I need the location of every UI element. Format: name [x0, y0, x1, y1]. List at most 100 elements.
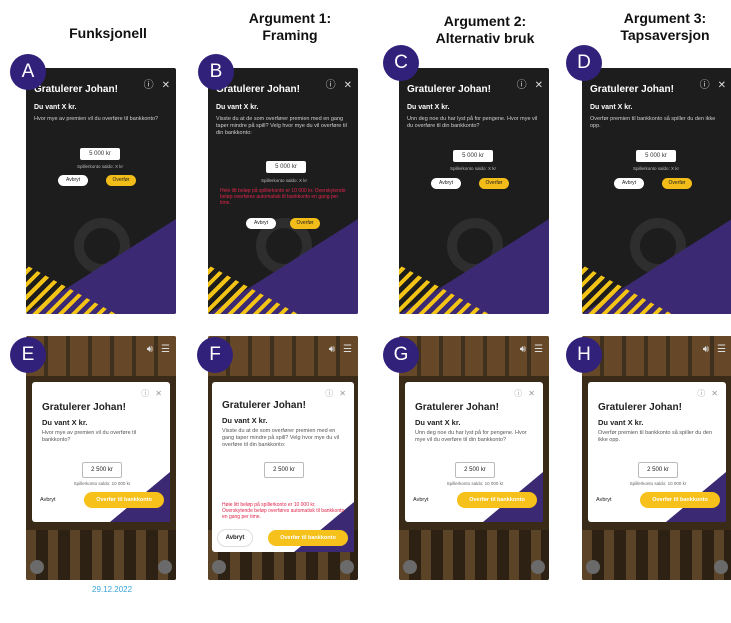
dialog-body: Hvor mye av premien vil du overføre til …: [42, 430, 137, 443]
amount-input[interactable]: 2 500 kr: [82, 462, 122, 478]
cancel-button[interactable]: Avbryt: [58, 175, 88, 186]
close-icon[interactable]: ✕: [339, 389, 346, 398]
menu-icon[interactable]: ☰: [534, 344, 543, 355]
dialog-title: Gratulerer Johan!: [415, 402, 499, 413]
sound-icon[interactable]: 🔊︎: [147, 344, 153, 355]
amount-input[interactable]: 2 500 kr: [264, 462, 304, 478]
screen-h: 🔊︎ ☰ ⓘ ✕ Gratulerer Johan! Du vant X kr. O…: [582, 336, 731, 580]
menu-icon[interactable]: ☰: [717, 344, 726, 355]
menu-icon[interactable]: ☰: [343, 344, 352, 355]
date-label: 29.12.2022: [92, 585, 133, 594]
transfer-button[interactable]: Overfør: [479, 178, 509, 189]
dialog-title: Gratulerer Johan!: [407, 84, 491, 95]
sound-icon[interactable]: 🔊︎: [520, 344, 526, 355]
game-button-right[interactable]: [158, 560, 172, 574]
sound-icon[interactable]: 🔊︎: [329, 344, 335, 355]
dialog-title: Gratulerer Johan!: [216, 84, 300, 95]
close-icon[interactable]: ✕: [718, 80, 726, 91]
column-title-framing: Argument 1: Framing: [248, 10, 332, 43]
menu-icon[interactable]: ☰: [161, 344, 170, 355]
label-b: B: [198, 54, 234, 90]
screen-a: ⓘ ✕ Gratulerer Johan! Du vant X kr. Hvor …: [26, 68, 176, 314]
dialog-body: Visste du at de som overfører premien me…: [216, 116, 347, 136]
dialog-subtitle: Du vant X kr.: [34, 104, 77, 111]
info-icon[interactable]: ⓘ: [700, 80, 710, 91]
dialog-body: Overfør premien til bankkonto så spiller…: [590, 116, 716, 129]
saldo-text: Spillerkonto saldo: X kr: [76, 164, 124, 169]
dialog-body: Unn deg noe du har lyst på for pengene. …: [415, 430, 527, 443]
transfer-to-bank-button[interactable]: Overfør til bankkonto: [84, 492, 164, 508]
close-icon[interactable]: ✕: [162, 80, 170, 91]
label-a: A: [10, 54, 46, 90]
amount-input[interactable]: 5 000 kr: [636, 150, 676, 162]
game-button-right[interactable]: [531, 560, 545, 574]
saldo-text: Spillerkonto saldo: X kr: [449, 166, 497, 171]
dialog-title: Gratulerer Johan!: [34, 84, 118, 95]
dialog-body: Overfør premien til bankkonto så spiller…: [598, 430, 713, 443]
info-icon[interactable]: ⓘ: [326, 80, 336, 91]
game-button-right[interactable]: [340, 560, 354, 574]
amount-input[interactable]: 5 000 kr: [266, 161, 306, 173]
column-title-funksjonell: Funksjonell: [69, 25, 147, 41]
close-icon[interactable]: ✕: [344, 80, 352, 91]
game-button-left[interactable]: [30, 560, 44, 574]
transfer-button[interactable]: Overfør: [290, 218, 320, 229]
dialog-body: Unn deg noe du har lyst på for pengene. …: [407, 116, 538, 129]
game-button-left[interactable]: [586, 560, 600, 574]
cancel-button[interactable]: Avbryt: [246, 218, 276, 229]
close-icon[interactable]: ✕: [155, 389, 162, 398]
transfer-to-bank-button[interactable]: Overfør til bankkonto: [457, 492, 537, 508]
label-h: H: [566, 337, 602, 373]
saldo-text: Spillerkonto saldo: 10 000 kr: [73, 481, 131, 486]
cancel-button[interactable]: Avbryt: [596, 497, 612, 503]
info-icon[interactable]: ⓘ: [514, 389, 522, 398]
close-icon[interactable]: ✕: [535, 80, 543, 91]
label-c: C: [383, 45, 419, 81]
amount-input[interactable]: 5 000 kr: [80, 148, 120, 160]
info-icon[interactable]: ⓘ: [144, 80, 154, 91]
dialog-title: Gratulerer Johan!: [590, 84, 674, 95]
saldo-text: Spillerkonto saldo: 10 000 kr: [629, 481, 687, 486]
screen-g: 🔊︎ ☰ ⓘ ✕ Gratulerer Johan! Du vant X kr. U…: [399, 336, 549, 580]
cancel-button[interactable]: Avbryt: [431, 178, 461, 189]
transfer-button[interactable]: Overfør: [106, 175, 136, 186]
cancel-button[interactable]: Avbryt: [218, 530, 252, 546]
cancel-button[interactable]: Avbryt: [614, 178, 644, 189]
info-icon[interactable]: ⓘ: [325, 389, 333, 398]
label-d: D: [566, 45, 602, 81]
amount-input[interactable]: 2 500 kr: [638, 462, 678, 478]
dialog-title: Gratulerer Johan!: [598, 402, 682, 413]
screen-e: 🔊︎ ☰ ⓘ ✕ Gratulerer Johan! Du vant X kr. H…: [26, 336, 176, 580]
transfer-button[interactable]: Overfør: [662, 178, 692, 189]
game-button-right[interactable]: [714, 560, 728, 574]
column-title-alternativ-bruk: Argument 2: Alternativ bruk: [435, 13, 535, 46]
game-button-left[interactable]: [212, 560, 226, 574]
dialog-subtitle: Du vant X kr.: [598, 418, 644, 427]
info-icon[interactable]: ⓘ: [697, 389, 705, 398]
transfer-to-bank-button[interactable]: Overfør til bankkonto: [268, 530, 348, 546]
cancel-button[interactable]: Avbryt: [413, 497, 429, 503]
dialog-body: Visste du at de som overfører premien me…: [222, 428, 340, 448]
dialog-subtitle: Du vant X kr.: [42, 418, 88, 427]
close-icon[interactable]: ✕: [528, 389, 535, 398]
amount-input[interactable]: 2 500 kr: [455, 462, 495, 478]
transfer-to-bank-button[interactable]: Overfør til bankkonto: [640, 492, 720, 508]
info-icon[interactable]: ⓘ: [141, 389, 149, 398]
win-dialog: ⓘ ✕ Gratulerer Johan! Du vant X kr. Unn d…: [405, 382, 543, 522]
dialog-body: Hvor mye av premien vil du overføre til …: [34, 116, 159, 122]
screen-b: ⓘ ✕ Gratulerer Johan! Du vant X kr. Visst…: [208, 68, 358, 314]
dialog-title: Gratulerer Johan!: [42, 402, 126, 413]
label-g: G: [383, 337, 419, 373]
dialog-subtitle: Du vant X kr.: [222, 416, 268, 425]
screen-f: 🔊︎ ☰ ⓘ ✕ Gratulerer Johan! Du vant X kr. V…: [208, 336, 358, 580]
dialog-subtitle: Du vant X kr.: [216, 104, 259, 111]
warning-text: Hele litt beløp på spillerkonto er 10 00…: [220, 188, 346, 206]
sound-icon[interactable]: 🔊︎: [703, 344, 709, 355]
amount-input[interactable]: 5 000 kr: [453, 150, 493, 162]
cancel-button[interactable]: Avbryt: [40, 497, 56, 503]
label-e: E: [10, 337, 46, 373]
info-icon[interactable]: ⓘ: [517, 80, 527, 91]
win-dialog: ⓘ ✕ Gratulerer Johan! Du vant X kr. Overf…: [588, 382, 726, 522]
game-button-left[interactable]: [403, 560, 417, 574]
close-icon[interactable]: ✕: [711, 389, 718, 398]
